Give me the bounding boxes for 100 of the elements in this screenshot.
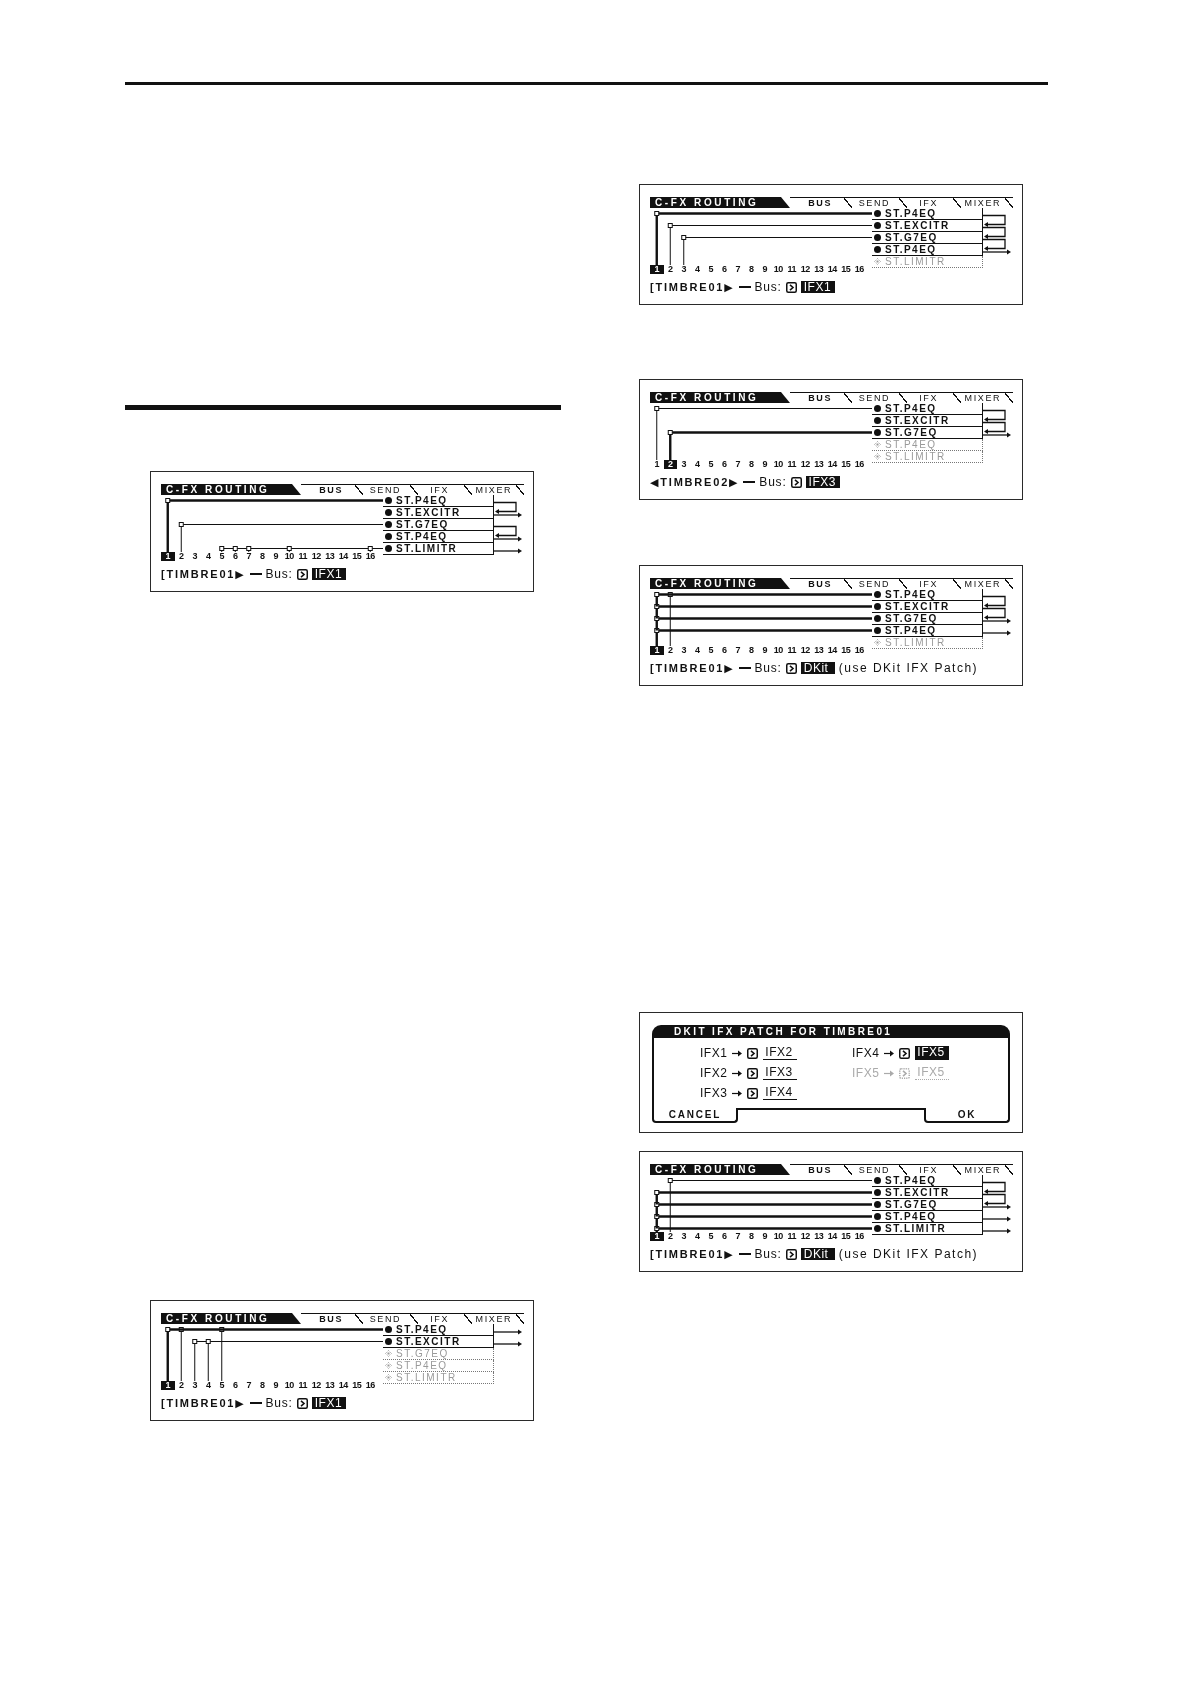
tab[interactable]: IFX [898,392,953,403]
timbre-number[interactable]: 10 [771,1232,785,1241]
effect-slot[interactable]: ST.P4EQ [872,1175,983,1187]
chevron-icon[interactable] [785,662,797,674]
timbre-selector[interactable]: [TIMBRE01▶ [161,568,246,580]
effect-slot[interactable]: ST.P4EQ [872,244,983,256]
timbre-number[interactable]: 3 [677,265,691,274]
timbre-number[interactable]: 13 [812,1232,826,1241]
timbre-number[interactable]: 16 [852,460,866,469]
chevron-icon[interactable] [785,281,797,293]
effect-slot[interactable]: ST.EXCITR [872,1187,983,1199]
bus-select[interactable]: DKit [800,1248,835,1260]
timbre-number[interactable]: 16 [852,1232,866,1241]
timbre-number[interactable]: 5 [704,1232,718,1241]
tab[interactable]: BUS [790,392,845,403]
bus-select[interactable]: IFX1 [311,1397,346,1409]
timbre-number[interactable]: 10 [771,646,785,655]
patch-target[interactable]: IFX2 [763,1046,798,1060]
timbre-number[interactable]: 14 [336,552,350,561]
timbre-number[interactable]: 2 [174,552,188,561]
timbre-number[interactable]: 8 [744,265,758,274]
bus-select[interactable]: DKit [800,662,835,674]
tab[interactable]: MIXER [952,578,1013,589]
timbre-selector[interactable]: [TIMBRE01▶ [161,1397,246,1409]
effect-slot[interactable]: ST.G7EQ [383,519,494,531]
tab[interactable]: SEND [844,392,899,403]
timbre-number[interactable]: 1 [650,646,664,655]
timbre-number[interactable]: 6 [228,1381,242,1390]
timbre-number[interactable]: 7 [731,1232,745,1241]
tab[interactable]: IFX [898,197,953,208]
effect-slot[interactable]: ST.P4EQ [872,589,983,601]
tab[interactable]: IFX [409,484,464,495]
effect-slot[interactable]: ST.P4EQ [872,403,983,415]
chevron-icon[interactable] [747,1067,759,1079]
timbre-number[interactable]: 15 [839,1232,853,1241]
tab[interactable]: SEND [844,578,899,589]
tab[interactable]: SEND [844,197,899,208]
timbre-number[interactable]: 14 [825,646,839,655]
timbre-number[interactable]: 9 [758,460,772,469]
tab[interactable]: SEND [355,1313,410,1324]
timbre-number[interactable]: 12 [798,1232,812,1241]
dialog-button[interactable]: CANCEL [652,1108,738,1123]
chevron-icon[interactable] [790,476,802,488]
tab[interactable]: BUS [790,1164,845,1175]
timbre-number[interactable]: 1 [650,1232,664,1241]
timbre-number[interactable]: 16 [363,1381,377,1390]
timbre-number[interactable]: 5 [215,1381,229,1390]
timbre-number[interactable]: 7 [731,265,745,274]
effect-slot[interactable]: ST.LIMITR [872,1223,983,1235]
effect-slot[interactable]: ST.EXCITR [872,220,983,232]
timbre-number[interactable]: 5 [215,552,229,561]
tab[interactable]: MIXER [952,197,1013,208]
timbre-number[interactable]: 6 [717,646,731,655]
timbre-number[interactable]: 15 [350,1381,364,1390]
timbre-number[interactable]: 9 [758,265,772,274]
timbre-number[interactable]: 14 [825,265,839,274]
tab[interactable]: BUS [790,578,845,589]
effect-slot[interactable]: ST.EXCITR [872,415,983,427]
timbre-number[interactable]: 11 [785,646,799,655]
timbre-number[interactable]: 4 [690,265,704,274]
timbre-number[interactable]: 15 [839,460,853,469]
effect-slot[interactable]: ST.EXCITR [383,507,494,519]
timbre-number[interactable]: 15 [839,265,853,274]
timbre-number[interactable]: 5 [704,460,718,469]
timbre-number[interactable]: 8 [255,552,269,561]
timbre-number[interactable]: 10 [282,552,296,561]
bus-select[interactable]: IFX1 [800,281,835,293]
dialog-button[interactable]: OK [924,1108,1010,1123]
timbre-number[interactable]: 6 [717,265,731,274]
timbre-number[interactable]: 16 [852,265,866,274]
timbre-number[interactable]: 16 [852,646,866,655]
effect-slot[interactable]: ST.LIMITR [383,543,494,555]
timbre-number[interactable]: 7 [731,460,745,469]
effect-slot[interactable]: ST.G7EQ [872,613,983,625]
timbre-number[interactable]: 3 [188,1381,202,1390]
timbre-number[interactable]: 7 [242,1381,256,1390]
timbre-number[interactable]: 14 [336,1381,350,1390]
timbre-selector[interactable]: [TIMBRE01▶ [650,662,735,674]
tab[interactable]: SEND [355,484,410,495]
timbre-number[interactable]: 13 [812,646,826,655]
tab[interactable]: IFX [898,1164,953,1175]
effect-slot[interactable]: ST.G7EQ [872,232,983,244]
timbre-number[interactable]: 5 [704,646,718,655]
timbre-number[interactable]: 11 [785,265,799,274]
timbre-number[interactable]: 11 [296,1381,310,1390]
tab[interactable]: MIXER [952,1164,1013,1175]
timbre-number[interactable]: 5 [704,265,718,274]
timbre-number[interactable]: 11 [785,460,799,469]
tab[interactable]: BUS [790,197,845,208]
timbre-number[interactable]: 7 [242,552,256,561]
timbre-number[interactable]: 15 [350,552,364,561]
timbre-number[interactable]: 2 [663,646,677,655]
chevron-icon[interactable] [747,1087,759,1099]
chevron-icon[interactable] [296,1397,308,1409]
effect-slot[interactable]: ST.G7EQ [872,427,983,439]
timbre-number[interactable]: 1 [161,552,175,561]
effect-slot[interactable]: ST.P4EQ [872,208,983,220]
tab[interactable]: IFX [898,578,953,589]
timbre-selector[interactable]: [TIMBRE01▶ [650,281,735,293]
tab[interactable]: IFX [409,1313,464,1324]
